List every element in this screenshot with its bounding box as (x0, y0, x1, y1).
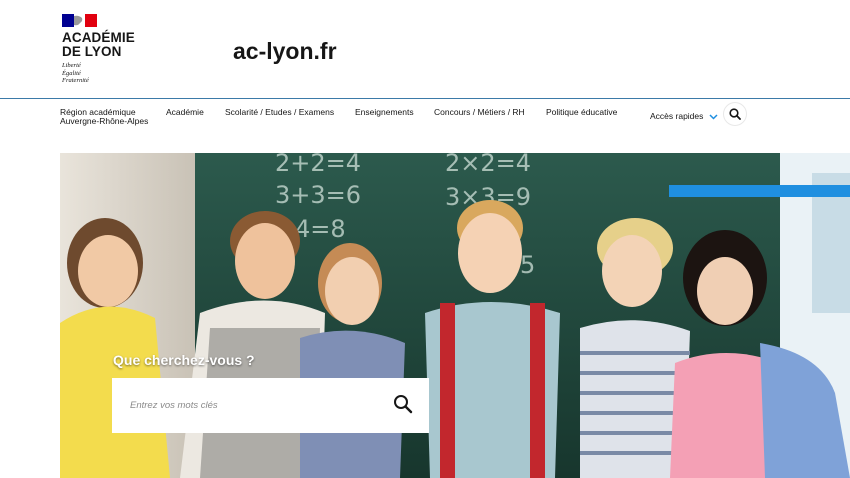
search-icon (394, 395, 413, 414)
chalk-eq-1: 2+2=4 (275, 153, 361, 177)
site-name[interactable]: ac-lyon.fr (233, 38, 337, 65)
search-heading: Que cherchez-vous ? (113, 352, 255, 368)
quick-access-label: Accès rapides (650, 111, 704, 121)
nav-item-scolarite[interactable]: Scolarité / Etudes / Examens (225, 108, 334, 117)
motto-egalite: Égalité (62, 69, 81, 77)
nav-item-concours[interactable]: Concours / Métiers / RH (434, 108, 525, 117)
main-nav: Région académique Auvergne-Rhône-Alpes A… (0, 99, 850, 135)
chalk-eq-6: 5 (520, 251, 535, 279)
logo-line-2: DE LYON (62, 44, 122, 59)
chalk-eq-2: 3+3=6 (275, 181, 361, 209)
motto-liberte: Liberté (62, 62, 81, 69)
nav-item-region-line2: Auvergne-Rhône-Alpes (60, 116, 149, 126)
republic-motto: Liberté Égalité Fraternité (62, 62, 89, 85)
academy-logo[interactable]: ACADÉMIE DE LYON (62, 31, 135, 59)
nav-item-academie[interactable]: Académie (166, 108, 204, 117)
marianne-flag-icon (62, 14, 97, 27)
chevron-down-icon (709, 114, 718, 120)
nav-item-enseignements[interactable]: Enseignements (355, 108, 414, 117)
chalk-eq-3: 4=8 (295, 215, 346, 243)
nav-item-politique[interactable]: Politique éducative (546, 108, 617, 117)
site-header: ACADÉMIE DE LYON Liberté Égalité Fratern… (0, 0, 850, 98)
motto-fraternite: Fraternité (62, 77, 89, 84)
accent-bar (669, 185, 850, 197)
chalk-eq-4: 2×2=4 (445, 153, 531, 177)
search-icon (729, 108, 741, 120)
logo-line-1: ACADÉMIE (62, 30, 135, 45)
nav-item-region[interactable]: Région académique Auvergne-Rhône-Alpes (60, 108, 148, 126)
search-input[interactable] (130, 393, 380, 417)
header-search-button[interactable] (724, 103, 746, 125)
quick-access-dropdown[interactable]: Accès rapides (650, 111, 718, 121)
search-submit-button[interactable] (393, 394, 415, 416)
hero-search-box (112, 378, 429, 433)
